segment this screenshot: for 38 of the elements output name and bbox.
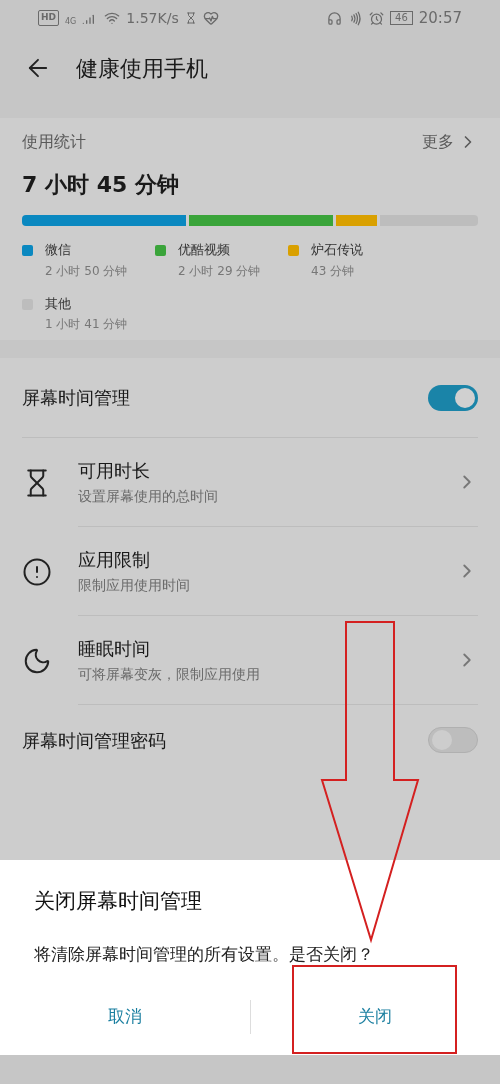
dialog-button[interactable]: 取消: [0, 997, 250, 1037]
page-title: 健康使用手机: [76, 54, 208, 83]
speed-label: 1.57K/s: [126, 8, 179, 28]
hourglass-icon: [184, 12, 197, 24]
app-name: 其他: [45, 294, 72, 313]
heart-pulse-icon: [202, 10, 219, 26]
toggle-switch[interactable]: [428, 384, 478, 411]
setting-label: 屏幕时间管理密码: [22, 728, 166, 753]
setting-description: 可将屏幕变灰，限制应用使用: [78, 665, 260, 684]
toggle-switch[interactable]: [428, 727, 478, 753]
time-label: 20:57: [418, 7, 462, 29]
setting-label: 睡眠时间: [78, 637, 151, 661]
setting-label: 应用限制: [78, 548, 151, 572]
dialog-message: 将清除屏幕时间管理的所有设置。是否关闭？: [34, 942, 375, 966]
alarm-icon: [369, 10, 385, 26]
wifi-icon: [104, 10, 121, 26]
app-name: 优酷视频: [178, 241, 231, 259]
app-name: 炉石传说: [311, 241, 363, 259]
setting-description: 设置屏幕使用的总时间: [78, 487, 218, 506]
setting-label: 屏幕时间管理: [22, 386, 130, 410]
battery-icon: 46: [390, 11, 413, 25]
nfc-icon: [348, 10, 364, 26]
app-time: 2 小时 50 分钟: [45, 262, 128, 280]
headphones-icon: [327, 10, 343, 26]
app-time: 2 小时 29 分钟: [178, 262, 261, 280]
hd-label: HD: [38, 10, 59, 26]
dialog-title: 关闭屏幕时间管理: [34, 888, 203, 915]
app-name: 微信: [45, 241, 72, 259]
setting-description: 限制应用使用时间: [78, 576, 190, 595]
more-link[interactable]: 更多: [422, 130, 478, 154]
app-time: 43 分钟: [311, 262, 356, 280]
dialog-button[interactable]: 关闭: [250, 997, 500, 1037]
usage-title: 使用统计: [22, 131, 86, 153]
alert-icon: [22, 556, 52, 587]
network-label: 4G: [65, 15, 77, 28]
setting-label: 可用时长: [78, 459, 151, 483]
app-time: 1 小时 41 分钟: [45, 316, 128, 333]
total-time: 7 小时 45 分钟: [22, 171, 180, 199]
